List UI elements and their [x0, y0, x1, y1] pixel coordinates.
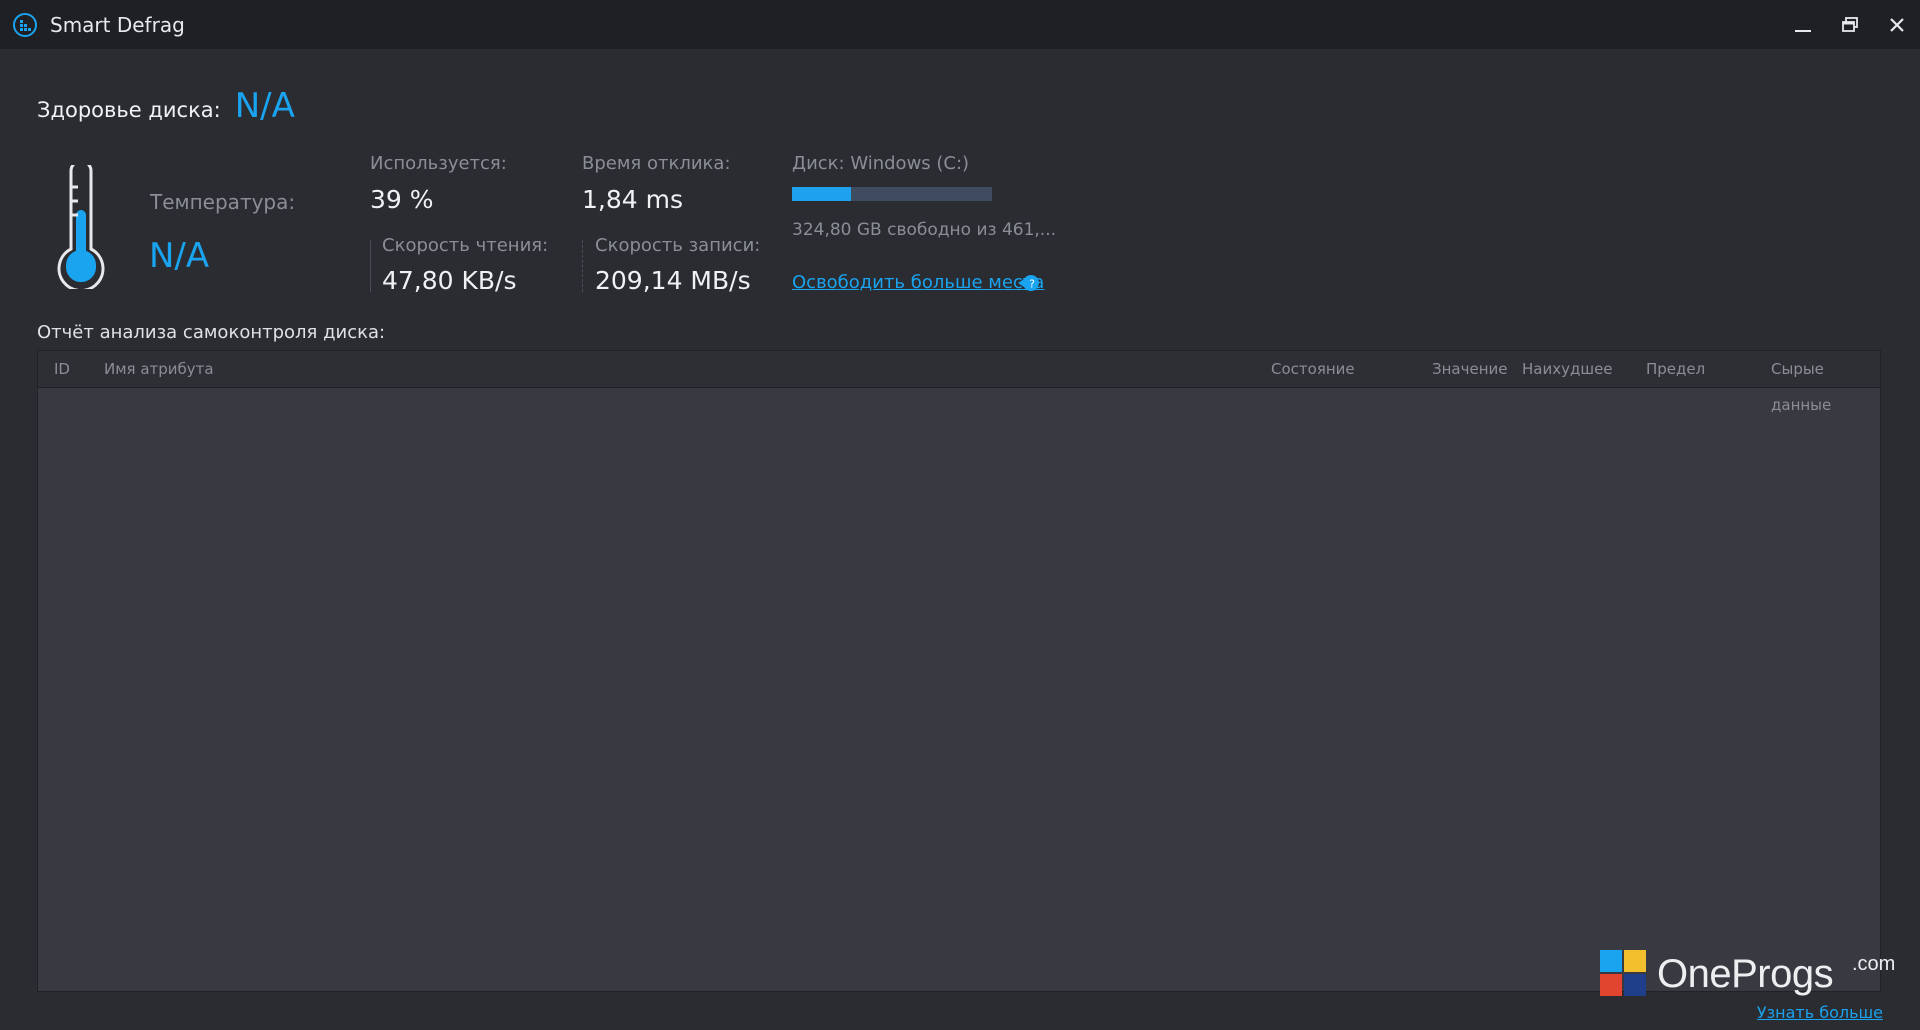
response-time-value: 1,84 ms	[582, 185, 683, 214]
column-status[interactable]: Состояние	[1271, 351, 1355, 387]
close-button[interactable]	[1873, 0, 1920, 49]
report-label: Отчёт анализа самоконтроля диска:	[37, 322, 386, 343]
divider	[370, 240, 371, 292]
watermark: OneProgs .com	[1600, 950, 1895, 1002]
defrag-app-icon	[13, 12, 37, 37]
learn-more-link[interactable]: Узнать больше	[1757, 1003, 1883, 1022]
disk-free-text: 324,80 GB свободно из 461,...	[792, 220, 1057, 240]
disk-health-value: N/A	[234, 86, 295, 126]
column-threshold[interactable]: Предел	[1646, 351, 1705, 387]
temperature-label: Температура:	[150, 190, 296, 214]
divider	[582, 240, 583, 292]
write-speed-value: 209,14 MB/s	[595, 266, 751, 295]
restore-icon	[1841, 16, 1858, 32]
disk-usage-bar	[792, 187, 992, 201]
restore-button[interactable]	[1826, 0, 1873, 49]
minimize-button[interactable]	[1779, 0, 1826, 49]
table-header: ID Имя атрибута Состояние Значение Наиху…	[38, 351, 1880, 414]
response-time-label: Время отклика:	[582, 153, 731, 174]
svg-text:?: ?	[1029, 278, 1035, 291]
watermark-suffix: .com	[1852, 953, 1896, 975]
disk-health-label: Здоровье диска:	[37, 98, 221, 122]
column-raw-data[interactable]: Сырые данные	[1771, 351, 1880, 414]
read-speed-value: 47,80 KB/s	[382, 266, 517, 295]
minimize-icon	[1794, 29, 1811, 32]
watermark-brand: OneProgs	[1657, 952, 1834, 996]
disk-health: Здоровье диска: N/A	[37, 86, 295, 126]
window-controls	[1779, 0, 1920, 49]
free-more-space-link[interactable]: Освободить больше места	[792, 272, 1044, 293]
column-worst[interactable]: Наихудшее	[1522, 351, 1613, 387]
write-speed-label: Скорость записи:	[595, 235, 761, 256]
smart-attributes-table[interactable]: ID Имя атрибута Состояние Значение Наиху…	[37, 350, 1881, 992]
close-icon	[1889, 17, 1904, 32]
column-id[interactable]: ID	[54, 351, 70, 387]
read-speed-label: Скорость чтения:	[382, 235, 549, 256]
column-attribute-name[interactable]: Имя атрибута	[104, 351, 214, 387]
window-title: Smart Defrag	[50, 12, 185, 37]
windows-logo-icon	[1600, 950, 1646, 996]
title-bar: Smart Defrag	[0, 0, 1920, 49]
usage-value: 39 %	[370, 185, 434, 214]
help-bubble-icon[interactable]: ?	[1017, 274, 1043, 292]
disk-label: Диск: Windows (C:)	[792, 153, 970, 174]
thermometer-icon	[57, 165, 105, 289]
usage-label: Используется:	[370, 153, 507, 174]
temperature-value: N/A	[149, 236, 210, 276]
column-value[interactable]: Значение	[1432, 351, 1508, 387]
disk-usage-fill	[792, 187, 852, 201]
